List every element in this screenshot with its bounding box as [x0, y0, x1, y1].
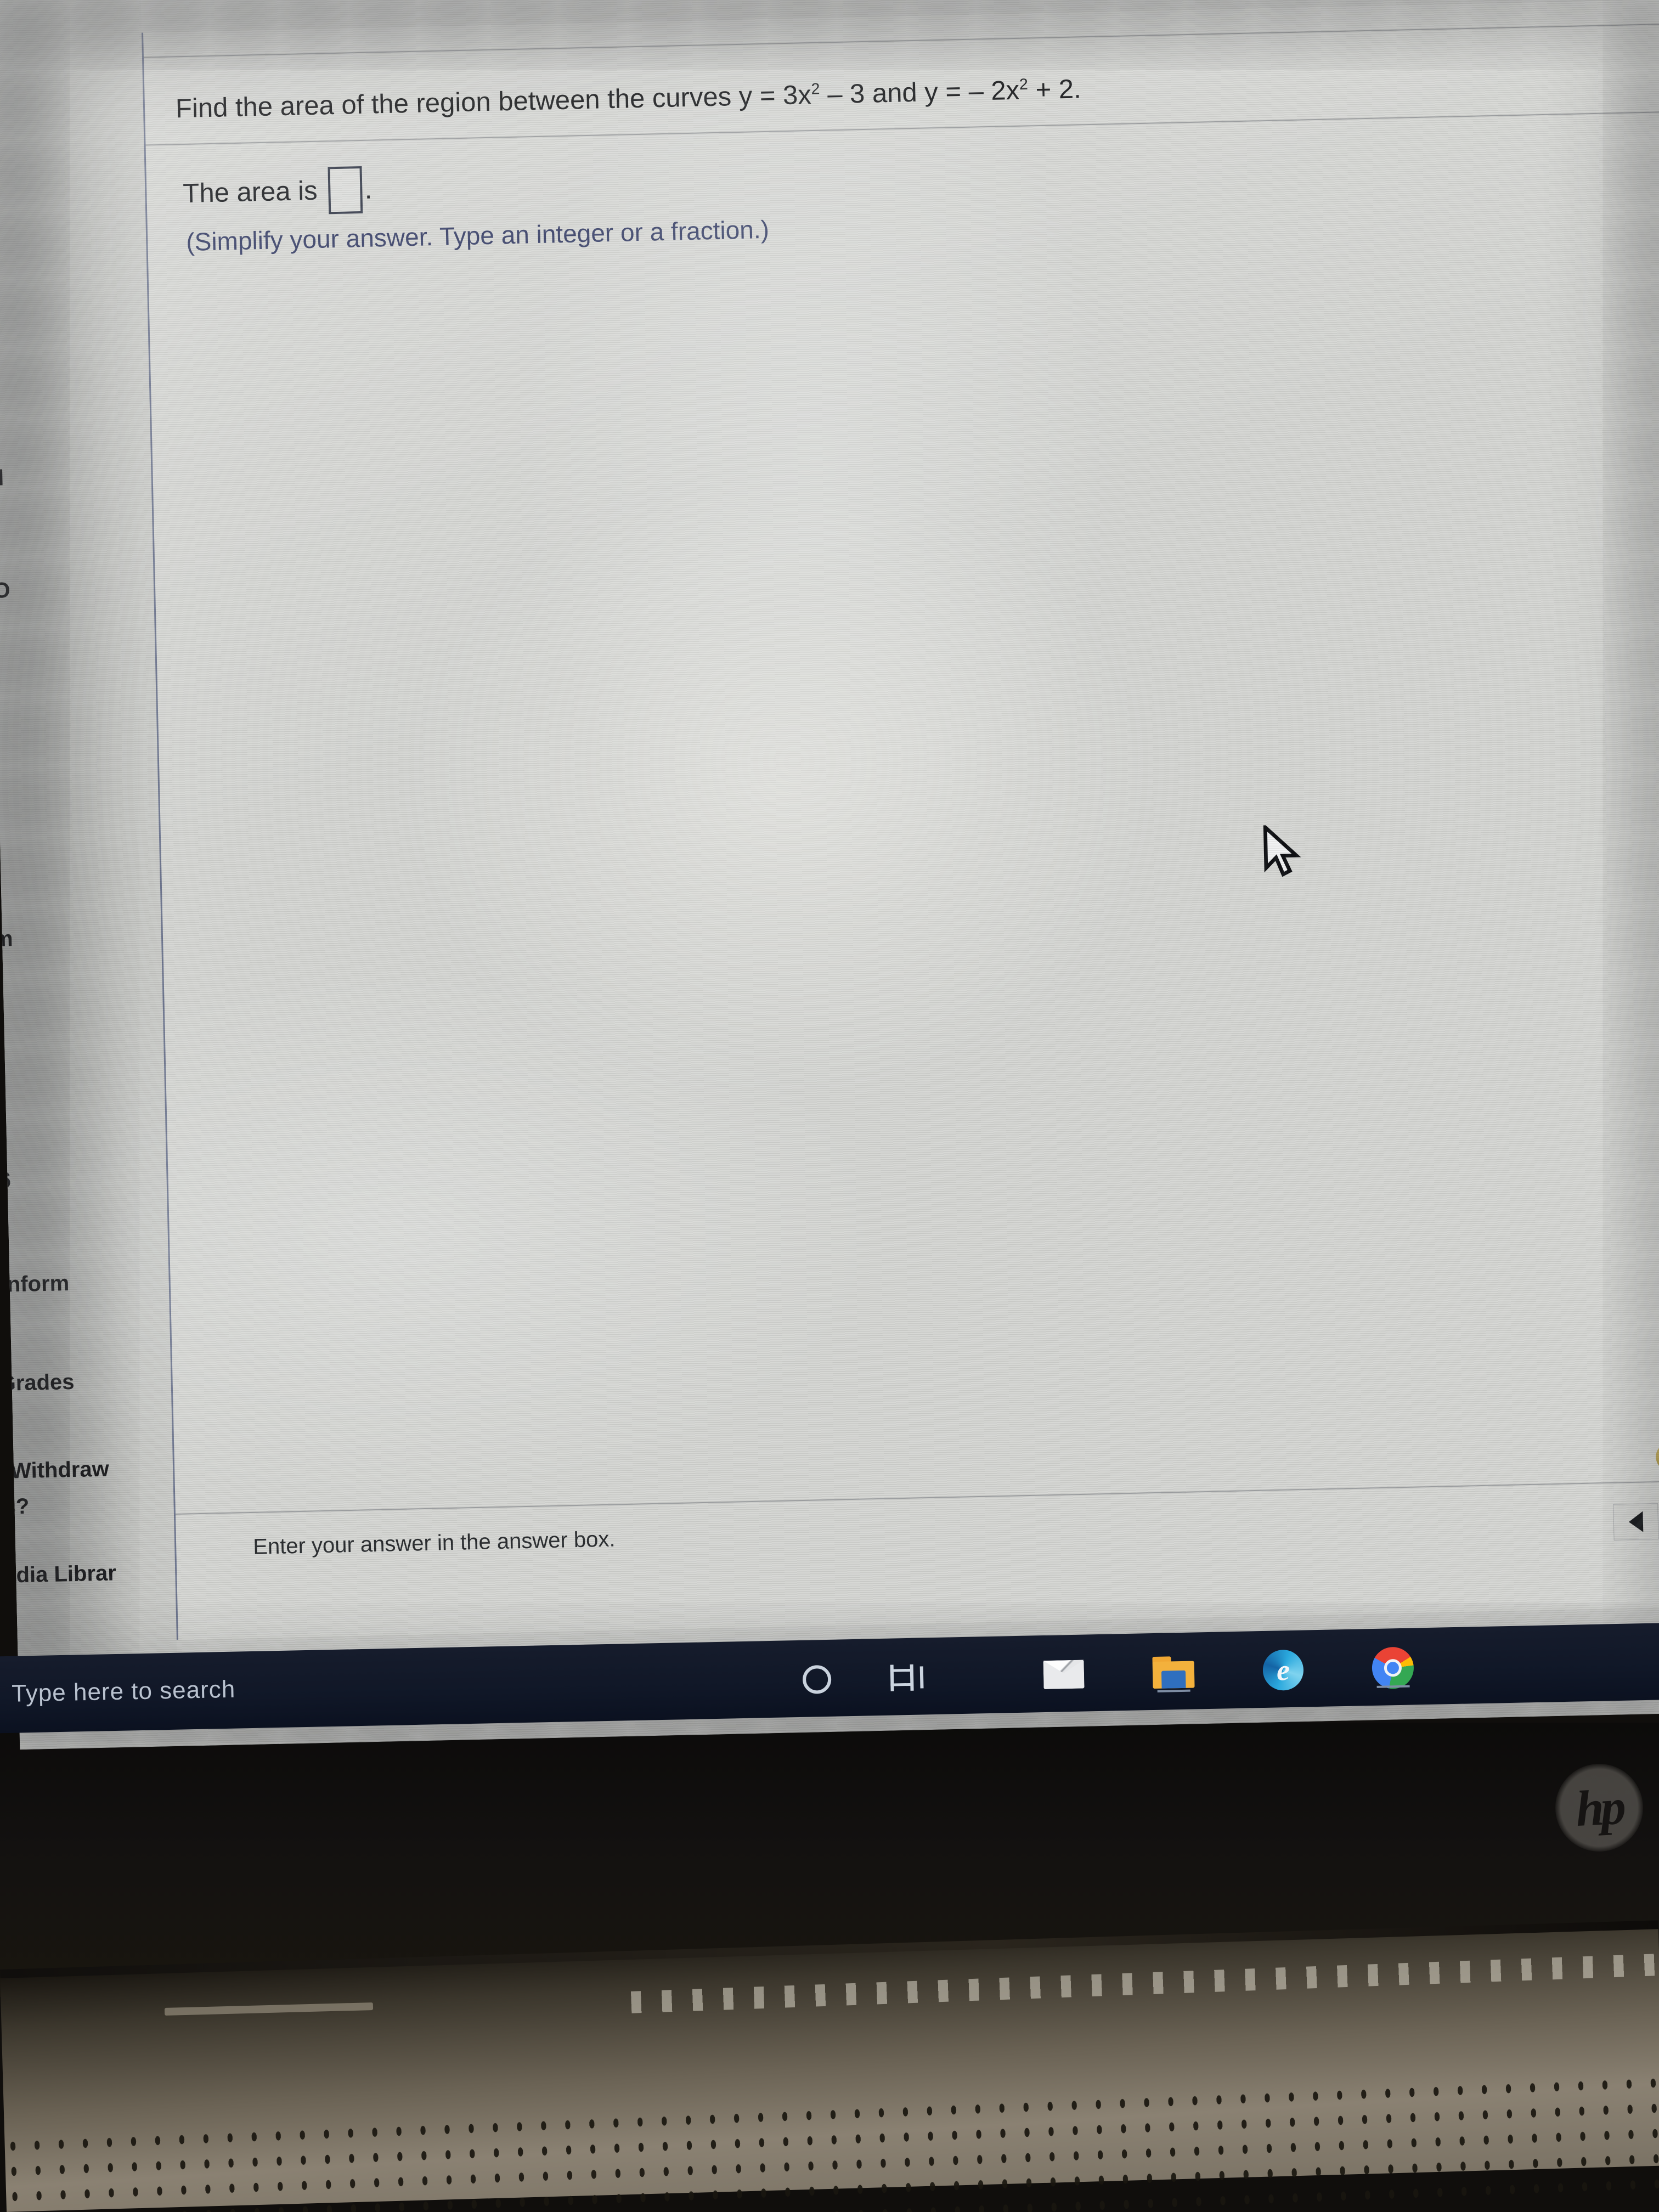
file-explorer-active-indicator — [1157, 1689, 1190, 1692]
sidebar-item-0[interactable]: dl — [0, 463, 149, 492]
internet-explorer-glyph: e — [1262, 1649, 1304, 1691]
hp-logo-text: hp — [1574, 1778, 1624, 1837]
sidebar-item-2[interactable]: m — [0, 923, 158, 952]
status-message: Enter your answer in the answer box. — [252, 1527, 616, 1559]
previous-question-button[interactable] — [1613, 1503, 1659, 1541]
sidebar-item-3[interactable]: 6 — [0, 1165, 163, 1193]
answer-instruction: (Simplify your answer. Type an integer o… — [185, 215, 770, 256]
chevron-left-icon — [1628, 1511, 1644, 1533]
laptop-photo: hp dl (O m 6 Inform Grades Withdraw s? e… — [0, 0, 1659, 2212]
sidebar-item-1[interactable]: (O — [0, 575, 151, 604]
divider-status — [175, 1479, 1659, 1515]
answer-input[interactable] — [328, 166, 363, 215]
question-prompt-prefix: Find the area of the region between the … — [175, 80, 812, 124]
chrome-active-indicator — [1376, 1685, 1410, 1688]
laptop-screen: dl (O m 6 Inform Grades Withdraw s? edia… — [0, 0, 1659, 1750]
sidebar-item-8[interactable]: edia Librar — [4, 1560, 169, 1588]
internet-explorer-icon[interactable]: e — [1256, 1643, 1310, 1697]
help-icon[interactable]: ? — [1655, 1442, 1659, 1472]
taskbar-search-input[interactable]: Type here to search — [12, 1676, 236, 1708]
question-prompt-mid: – 3 and y = – 2x — [820, 75, 1020, 110]
answer-line: The area is . — [183, 166, 373, 218]
sidebar-item-7[interactable]: s? — [3, 1491, 168, 1520]
task-view-icon[interactable] — [881, 1651, 934, 1705]
answer-period: . — [364, 174, 373, 205]
exponent-2: 2 — [1019, 75, 1029, 94]
answer-label: The area is — [182, 176, 318, 209]
divider-top — [143, 22, 1659, 58]
sidebar-item-5[interactable]: Grades — [0, 1368, 163, 1396]
chrome-icon[interactable] — [1366, 1641, 1420, 1695]
cortana-icon[interactable] — [790, 1652, 844, 1706]
exercise-panel: Find the area of the region between the … — [142, 0, 1659, 1640]
mail-icon[interactable] — [1037, 1647, 1091, 1701]
sidebar-item-6[interactable]: Withdraw — [10, 1455, 176, 1484]
sidebar-item-4[interactable]: Inform — [1, 1269, 166, 1297]
mouse-cursor — [1263, 824, 1301, 877]
file-explorer-icon[interactable] — [1147, 1645, 1200, 1699]
question-prompt: Find the area of the region between the … — [175, 61, 1657, 124]
question-prompt-suffix: + 2. — [1028, 74, 1082, 105]
exponent-1: 2 — [811, 80, 820, 98]
